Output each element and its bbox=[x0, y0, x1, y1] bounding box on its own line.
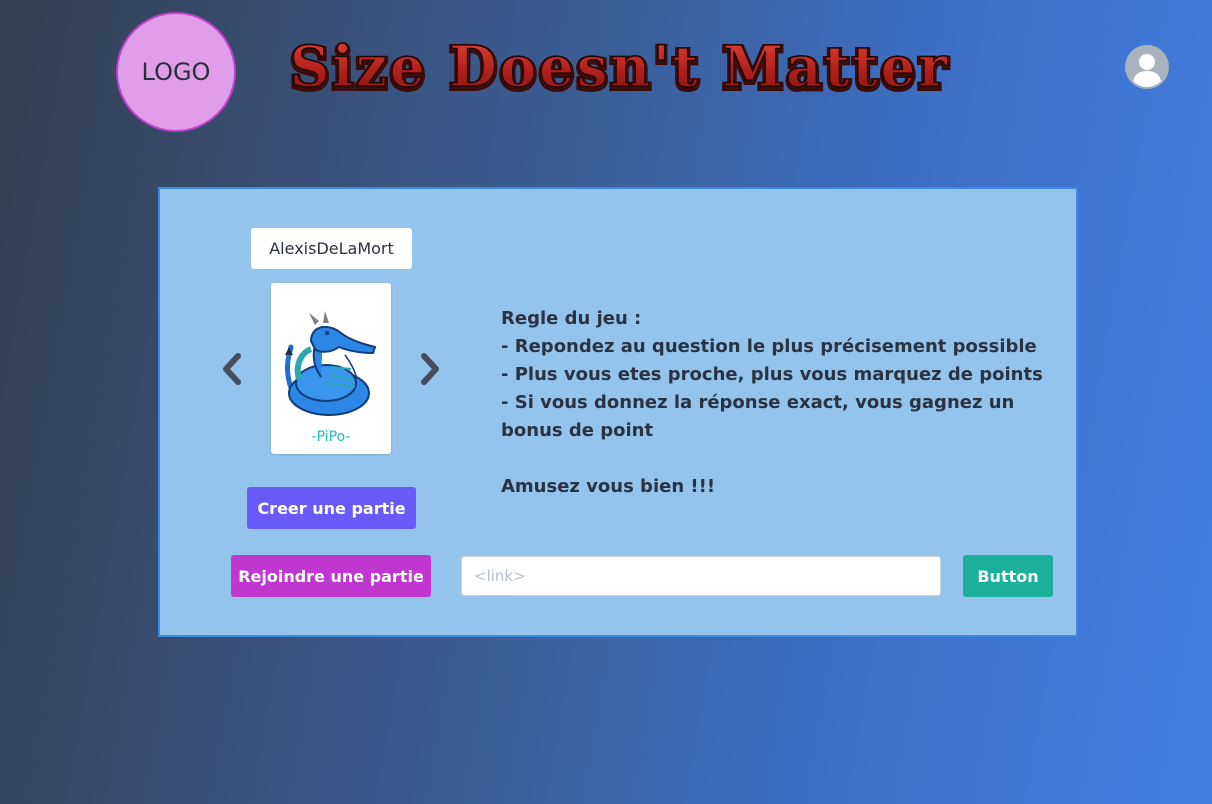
rule-line: - Si vous donnez la réponse exact, vous … bbox=[501, 392, 1015, 413]
rule-line: - Repondez au question le plus préciseme… bbox=[501, 336, 1037, 357]
rules-closing: Amusez vous bien !!! bbox=[501, 476, 716, 497]
submit-link-button[interactable]: Button bbox=[963, 555, 1053, 597]
join-game-button[interactable]: Rejoindre une partie bbox=[231, 555, 431, 597]
logo-text: LOGO bbox=[141, 58, 211, 86]
chevron-right-icon[interactable] bbox=[416, 352, 446, 386]
character-signature: -PiPo- bbox=[312, 429, 351, 445]
character-card: -PiPo- bbox=[271, 283, 391, 454]
create-game-button[interactable]: Creer une partie bbox=[247, 487, 416, 529]
dragon-character-image: -PiPo- bbox=[285, 311, 377, 445]
game-title: Size Doesn't Matter Size Doesn't Matter bbox=[280, 30, 960, 104]
player-name-badge[interactable]: AlexisDeLaMort bbox=[251, 228, 412, 269]
game-lobby-panel: AlexisDeLaMort -PiPo- Creer une partie R… bbox=[158, 187, 1078, 637]
chevron-left-icon[interactable] bbox=[216, 352, 246, 386]
game-link-input[interactable] bbox=[461, 556, 941, 596]
rules-heading: Regle du jeu : bbox=[501, 308, 642, 329]
player-name: AlexisDeLaMort bbox=[269, 239, 394, 258]
rule-line: bonus de point bbox=[501, 420, 654, 441]
title-text: Size Doesn't Matter bbox=[290, 34, 950, 100]
game-rules: Regle du jeu : - Repondez au question le… bbox=[501, 305, 1043, 501]
logo[interactable]: LOGO bbox=[116, 12, 236, 132]
rule-line: - Plus vous etes proche, plus vous marqu… bbox=[501, 364, 1043, 385]
rules-spacer bbox=[501, 445, 1021, 473]
user-avatar-icon[interactable] bbox=[1124, 44, 1170, 90]
